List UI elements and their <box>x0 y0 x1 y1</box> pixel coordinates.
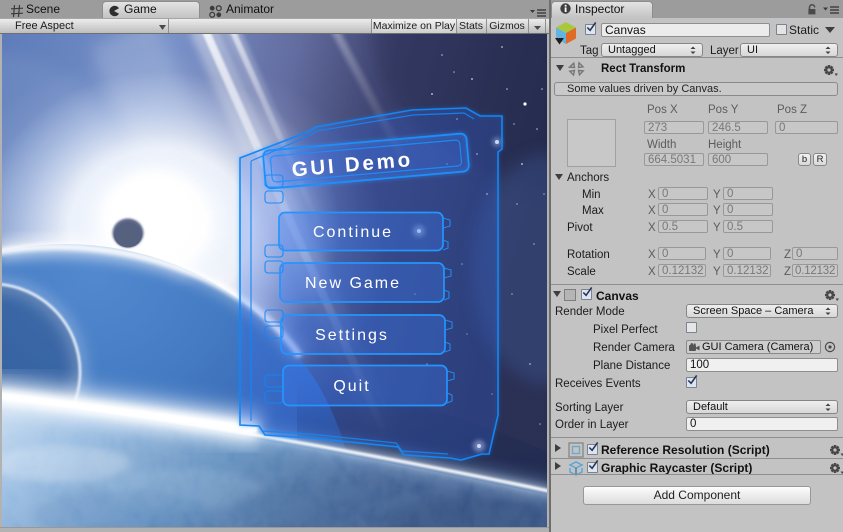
svg-text:Continue: Continue <box>313 224 393 241</box>
svg-text:Quit: Quit <box>333 378 370 395</box>
svg-text:New Game: New Game <box>305 275 401 292</box>
svg-text:Settings: Settings <box>315 327 389 344</box>
